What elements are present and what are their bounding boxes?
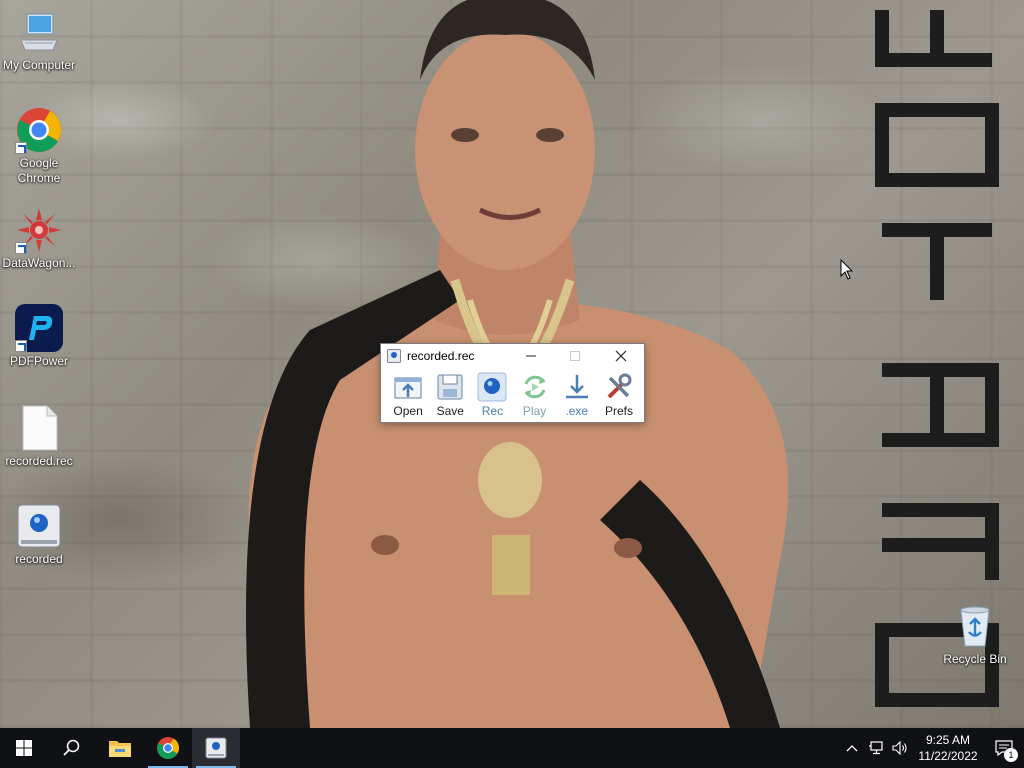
save-icon bbox=[437, 374, 463, 400]
volume-button[interactable] bbox=[888, 728, 912, 768]
prefs-icon bbox=[607, 373, 632, 399]
file-icon bbox=[15, 404, 63, 452]
search-icon bbox=[63, 739, 80, 756]
tool-label: Open bbox=[393, 404, 423, 418]
chrome-icon bbox=[15, 106, 63, 154]
desktop-icon-recorded[interactable]: recorded bbox=[0, 502, 78, 567]
rec-button[interactable]: Rec bbox=[471, 372, 513, 420]
desktop-icon-recorded-rec[interactable]: recorded.rec bbox=[0, 404, 78, 469]
clock-date: 11/22/2022 bbox=[918, 749, 978, 763]
open-icon bbox=[394, 377, 422, 399]
clock-time: 9:25 AM bbox=[925, 733, 971, 747]
exe-button[interactable]: .exe bbox=[556, 372, 598, 420]
desktop-icon-label: My Computer bbox=[2, 58, 76, 72]
prefs-button[interactable]: Prefs bbox=[598, 372, 640, 420]
close-icon bbox=[615, 350, 627, 362]
desktop-icon-label: PDFPower bbox=[9, 354, 68, 368]
recycle-bin-icon bbox=[951, 602, 999, 650]
taskbar-clock[interactable]: 9:25 AM 11/22/2022 bbox=[912, 732, 984, 764]
desktop-icon-label: Recycle Bin bbox=[943, 652, 1007, 666]
recorder-app-icon bbox=[387, 349, 401, 363]
volume-icon bbox=[892, 741, 907, 755]
taskbar-chrome[interactable] bbox=[144, 728, 192, 768]
pdfpower-icon bbox=[15, 304, 63, 352]
save-button[interactable]: Save bbox=[429, 372, 471, 420]
recorder-app-icon bbox=[205, 737, 227, 759]
action-center-button[interactable]: 1 bbox=[984, 728, 1024, 768]
desktop-icon-my-computer[interactable]: My Computer bbox=[0, 8, 78, 73]
record-icon bbox=[477, 372, 507, 402]
datawagon-icon bbox=[15, 206, 63, 254]
close-button[interactable] bbox=[599, 344, 643, 368]
play-button[interactable]: Play bbox=[514, 372, 556, 420]
recorder-app-icon bbox=[15, 502, 63, 550]
chrome-icon bbox=[157, 737, 179, 759]
recorder-toolbar: Open Save Rec Play .exe Prefs bbox=[381, 368, 644, 424]
desktop-icon-google-chrome[interactable]: Google Chrome bbox=[0, 106, 78, 186]
notification-count-badge: 1 bbox=[1004, 748, 1018, 762]
windows-logo-icon bbox=[16, 740, 32, 756]
chevron-up-icon bbox=[846, 745, 858, 752]
open-button[interactable]: Open bbox=[387, 372, 429, 420]
folder-icon bbox=[109, 741, 131, 757]
minimize-icon bbox=[526, 355, 536, 357]
desktop-icon-datawagon[interactable]: DataWagon... bbox=[0, 206, 78, 271]
maximize-icon bbox=[570, 351, 580, 361]
download-exe-icon bbox=[565, 375, 588, 399]
desktop-icon-recycle-bin[interactable]: Recycle Bin bbox=[936, 602, 1014, 667]
window-titlebar[interactable]: recorded.rec bbox=[381, 344, 644, 368]
search-button[interactable] bbox=[48, 728, 96, 768]
tool-label: Rec bbox=[481, 404, 504, 418]
desktop-icon-label: recorded.rec bbox=[5, 454, 73, 468]
desktop-icon-label: DataWagon... bbox=[2, 256, 76, 270]
computer-icon bbox=[15, 8, 63, 56]
maximize-button[interactable] bbox=[553, 344, 597, 368]
recorder-window[interactable]: recorded.rec Open Save Rec Play .exe Pre… bbox=[380, 343, 645, 423]
start-button[interactable] bbox=[0, 728, 48, 768]
desktop-icon-label: recorded bbox=[15, 552, 63, 566]
play-icon bbox=[524, 375, 546, 399]
window-title: recorded.rec bbox=[407, 349, 475, 363]
desktop-icon-pdfpower[interactable]: PDFPower bbox=[0, 304, 78, 369]
desktop-icon-label: Google Chrome bbox=[17, 156, 61, 185]
tool-label: Prefs bbox=[604, 404, 633, 418]
show-hidden-icons-button[interactable] bbox=[840, 728, 864, 768]
tool-label: .exe bbox=[565, 404, 589, 418]
shortcut-arrow-icon bbox=[15, 242, 27, 254]
tool-label: Play bbox=[522, 404, 547, 418]
network-icon bbox=[869, 741, 883, 755]
taskbar: 9:25 AM 11/22/2022 1 bbox=[0, 728, 1024, 768]
mouse-cursor-icon bbox=[840, 259, 854, 280]
network-button[interactable] bbox=[864, 728, 888, 768]
shortcut-arrow-icon bbox=[15, 142, 27, 154]
taskbar-file-explorer[interactable] bbox=[96, 728, 144, 768]
system-tray: 9:25 AM 11/22/2022 1 bbox=[840, 728, 1024, 768]
tool-label: Save bbox=[436, 404, 464, 418]
shortcut-arrow-icon bbox=[15, 340, 27, 352]
minimize-button[interactable] bbox=[509, 344, 553, 368]
taskbar-recorder[interactable] bbox=[192, 728, 240, 768]
